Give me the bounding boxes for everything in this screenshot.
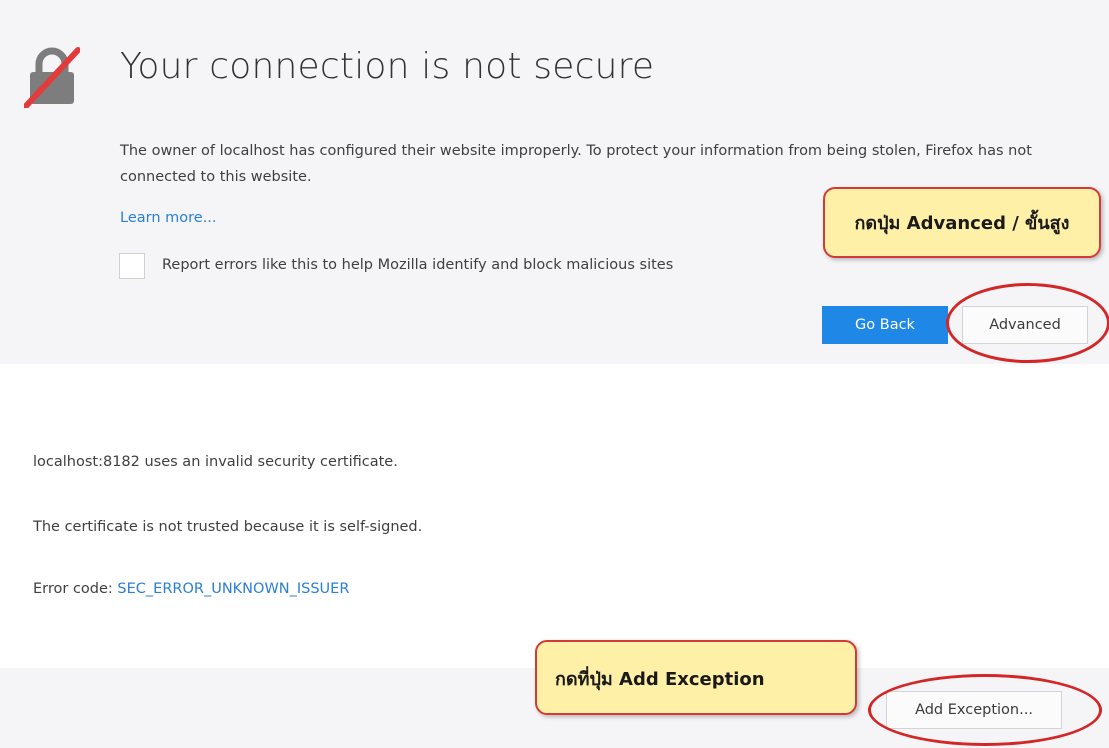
report-errors-label: Report errors like this to help Mozilla … [162,257,674,273]
page-title: Your connection is not secure [120,46,655,87]
advanced-button[interactable]: Advanced [962,306,1088,344]
error-code-link[interactable]: SEC_ERROR_UNKNOWN_ISSUER [117,581,349,597]
callout-advanced: กดปุ่ม Advanced / ขั้นสูง [823,187,1101,258]
not-trusted-text: The certificate is not trusted because i… [33,519,423,535]
error-description: The owner of localhost has configured th… [120,143,1032,185]
callout-add-exception: กดที่ปุ่ม Add Exception [535,640,857,715]
learn-more-link[interactable]: Learn more... [120,210,217,226]
add-exception-button[interactable]: Add Exception... [886,691,1062,729]
error-code-label: Error code: [33,581,113,597]
report-errors-checkbox[interactable] [119,253,145,279]
invalid-cert-text: localhost:8182 uses an invalid security … [33,454,398,470]
error-code-line: Error code: SEC_ERROR_UNKNOWN_ISSUER [33,581,349,597]
broken-lock-icon [24,47,80,108]
go-back-button[interactable]: Go Back [822,306,948,344]
error-panel: Your connection is not secure The owner … [0,0,1109,364]
